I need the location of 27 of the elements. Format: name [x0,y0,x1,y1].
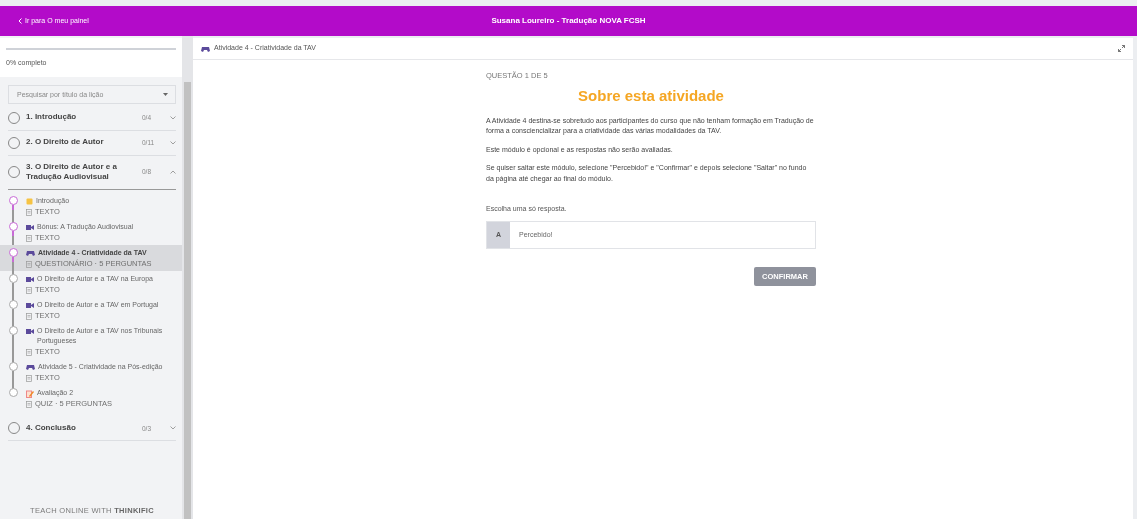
chapter-title: 1. Introdução [26,112,78,123]
video-camera-icon [26,276,34,284]
chapter-title: 2. O Direito de Autor [26,137,105,148]
document-icon [26,286,32,294]
video-camera-icon [26,224,34,232]
scrollbar[interactable] [182,36,193,519]
document-icon [26,374,32,382]
chapter-title: 3. O Direito de Autor e a Tradução Audiovisual [26,161,118,184]
gamepad-icon [201,45,210,52]
gamepad-icon [26,250,35,257]
dropdown-caret-icon [163,92,168,96]
pencil-icon [26,390,34,399]
back-chevron-icon [18,18,22,24]
gamepad-icon [26,364,35,371]
document-icon [26,208,32,216]
video-camera-icon [26,328,34,336]
document-icon [26,312,32,320]
note-icon [26,198,33,206]
document-icon [26,260,32,268]
document-icon [26,400,32,408]
chapter-title: 4. Conclusão [26,423,77,434]
activity-heading: Sobre esta atividade [577,86,725,107]
expand-icon[interactable] [1118,45,1125,52]
course-title: Susana Loureiro - Tradução NOVA FCSH [491,16,646,25]
video-camera-icon [26,302,34,310]
document-icon [26,348,32,356]
document-icon [26,234,32,242]
